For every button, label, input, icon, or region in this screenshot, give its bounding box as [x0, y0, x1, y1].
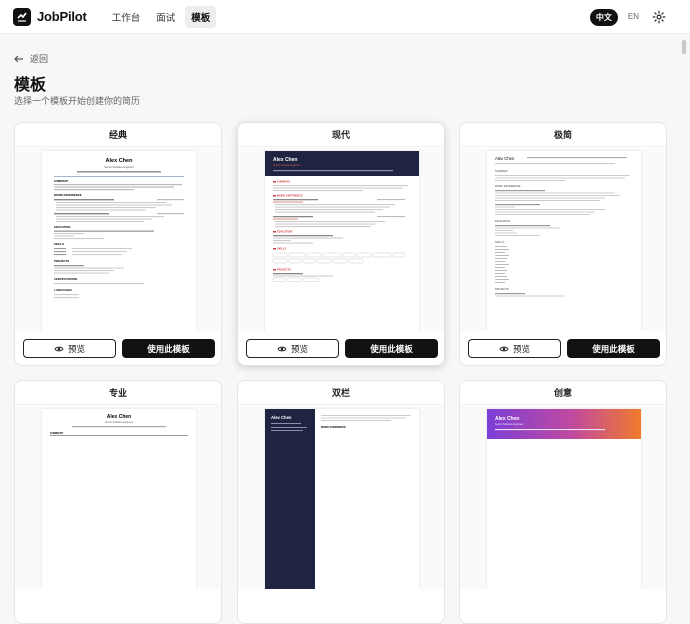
svg-text:WORK EXPERIENCE: WORK EXPERIENCE	[495, 184, 521, 188]
arrow-left-icon	[14, 55, 23, 62]
svg-text:WORK EXPERIENCE: WORK EXPERIENCE	[321, 426, 346, 429]
svg-text:PROJECTS: PROJECTS	[495, 287, 509, 291]
gear-icon[interactable]	[652, 10, 666, 24]
resume-thumbnail: Alex Chen Senior Software Engineer SUMMA…	[42, 151, 196, 331]
lang-zh-button[interactable]: 中文	[589, 9, 618, 26]
svg-text:PROJECTS: PROJECTS	[277, 268, 291, 272]
page-subtitle: 选择一个模板开始创建你的简历	[14, 96, 141, 106]
template-preview[interactable]: Alex Chen Senior Software Engineer SUMMA…	[238, 148, 444, 331]
resume-role: Senior Software Engineer	[104, 165, 134, 169]
template-preview[interactable]: Alex Chen SUMMARY WORK EXPERIENCE EDUCAT…	[460, 148, 666, 331]
language-switch: 中文 EN	[589, 9, 645, 26]
scrollbar-thumb[interactable]	[682, 40, 686, 54]
preview-button[interactable]: 预览	[23, 339, 116, 358]
svg-text:EDUCATION: EDUCATION	[495, 219, 510, 223]
template-preview[interactable]: Alex Chen Senior Software Engineer	[460, 406, 666, 589]
back-link[interactable]: 返回	[14, 52, 48, 65]
section-experience: WORK EXPERIENCE	[54, 193, 82, 197]
template-name: 现代	[238, 123, 444, 147]
template-preview[interactable]: Alex Chen Senior Software Engineer SUMMA…	[15, 148, 221, 331]
eye-icon	[499, 346, 509, 351]
svg-text:Alex Chen: Alex Chen	[271, 415, 292, 420]
use-template-button[interactable]: 使用此模板	[345, 339, 438, 358]
svg-text:Alex Chen: Alex Chen	[495, 416, 519, 422]
template-name: 专业	[15, 381, 221, 405]
template-card-modern[interactable]: 现代 Alex Chen Senior Software Engineer SU…	[237, 122, 445, 366]
template-card-creative[interactable]: 创意 Alex Chen Senior Software Engineer	[459, 380, 667, 624]
resume-thumbnail: Alex Chen Senior Software Engineer	[487, 409, 641, 589]
top-navbar: JobPilot 工作台 面试 模板 中文 EN	[0, 0, 690, 34]
section-languages: LANGUAGES	[54, 288, 72, 292]
page-title: 模板	[14, 77, 47, 94]
app-name: JobPilot	[37, 9, 87, 24]
resume-thumbnail: Alex Chen WORK EXPERIENCE	[265, 409, 419, 589]
eye-icon	[277, 346, 287, 351]
svg-text:SUMMARY: SUMMARY	[50, 431, 64, 435]
logo[interactable]: JobPilot	[13, 7, 87, 26]
section-skills: SKILLS	[54, 242, 64, 246]
preview-button[interactable]: 预览	[468, 339, 561, 358]
svg-text:SKILLS: SKILLS	[277, 247, 286, 251]
use-template-button[interactable]: 使用此模板	[122, 339, 215, 358]
resume-role: Senior Software Engineer	[273, 164, 300, 167]
resume-name: Alex Chen	[495, 156, 515, 161]
back-label: 返回	[30, 54, 49, 64]
preview-label: 预览	[512, 343, 530, 354]
template-name: 极简	[460, 123, 666, 147]
svg-text:EDUCATION: EDUCATION	[277, 230, 292, 234]
resume-thumbnail: Alex Chen Senior Software Engineer SUMMA…	[265, 151, 419, 331]
template-card-professional[interactable]: 专业 Alex Chen Senior Software Engineer SU…	[14, 380, 222, 624]
preview-label: 预览	[67, 343, 85, 354]
svg-text:Senior Software Engineer: Senior Software Engineer	[105, 421, 134, 424]
template-card-two-column[interactable]: 双栏 Alex Chen WORK EXPERIENCE	[237, 380, 445, 624]
nav-dashboard[interactable]: 工作台	[106, 6, 147, 28]
svg-text:Senior Software Engineer: Senior Software Engineer	[495, 423, 524, 426]
svg-text:SUMMARY: SUMMARY	[495, 169, 508, 173]
preview-label: 预览	[290, 343, 308, 354]
logo-icon	[13, 7, 31, 26]
section-summary: SUMMARY	[54, 179, 68, 183]
main-nav: 工作台 面试 模板	[106, 5, 217, 28]
template-card-classic[interactable]: 经典 Alex Chen Senior Software Engineer SU…	[14, 122, 222, 366]
section-certs: CERTIFICATIONS	[54, 277, 77, 281]
svg-text:WORK EXPERIENCE: WORK EXPERIENCE	[277, 194, 303, 198]
resume-name: Alex Chen	[106, 158, 134, 164]
svg-text:Alex Chen: Alex Chen	[107, 414, 131, 420]
template-preview[interactable]: Alex Chen Senior Software Engineer SUMMA…	[15, 406, 221, 589]
svg-text:SKILLS: SKILLS	[495, 240, 504, 244]
nav-templates[interactable]: 模板	[185, 5, 217, 28]
resume-thumbnail: Alex Chen SUMMARY WORK EXPERIENCE EDUCAT…	[487, 151, 641, 331]
template-card-minimal[interactable]: 极简 Alex Chen SUMMARY WORK EXPERIENCE EDU…	[459, 122, 667, 366]
resume-thumbnail: Alex Chen Senior Software Engineer SUMMA…	[42, 409, 196, 589]
svg-text:SUMMARY: SUMMARY	[277, 180, 291, 184]
resume-name: Alex Chen	[273, 157, 297, 163]
nav-interview[interactable]: 面试	[150, 6, 181, 28]
section-education: EDUCATION	[54, 225, 70, 229]
section-projects: PROJECTS	[54, 259, 69, 263]
template-name: 双栏	[238, 381, 444, 405]
template-name: 经典	[15, 123, 221, 147]
template-preview[interactable]: Alex Chen WORK EXPERIENCE	[238, 406, 444, 589]
preview-button[interactable]: 预览	[246, 339, 339, 358]
template-name: 创意	[460, 381, 666, 405]
eye-icon	[54, 346, 64, 351]
use-template-button[interactable]: 使用此模板	[567, 339, 660, 358]
lang-en-button[interactable]: EN	[622, 9, 645, 26]
